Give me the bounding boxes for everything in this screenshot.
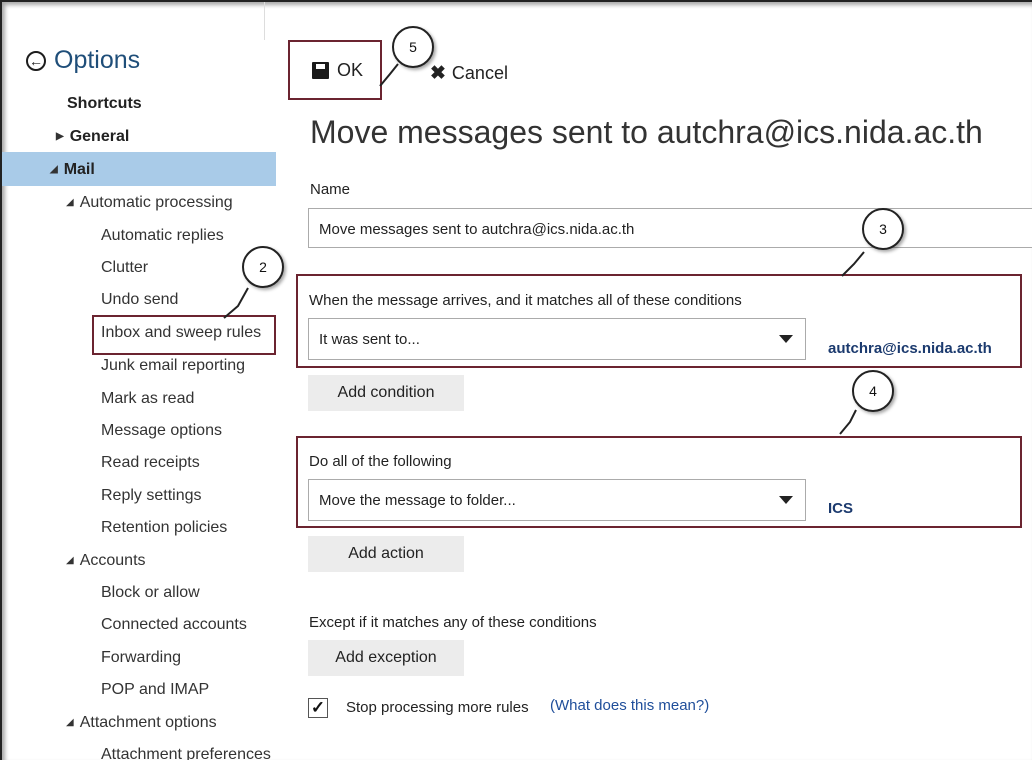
callout-4: 4: [852, 370, 894, 412]
callout-5-tail: [379, 63, 399, 87]
callout-2-tail: [223, 287, 249, 319]
callout-2: 2: [242, 246, 284, 288]
callout-5: 5: [392, 26, 434, 68]
callout-3: 3: [862, 208, 904, 250]
options-window: ← Options Shortcuts ▶ General ◢ Mail ◢ Auto…: [0, 0, 1032, 760]
callout-4-tail: [839, 409, 857, 435]
callout-3-tail: [841, 251, 865, 277]
